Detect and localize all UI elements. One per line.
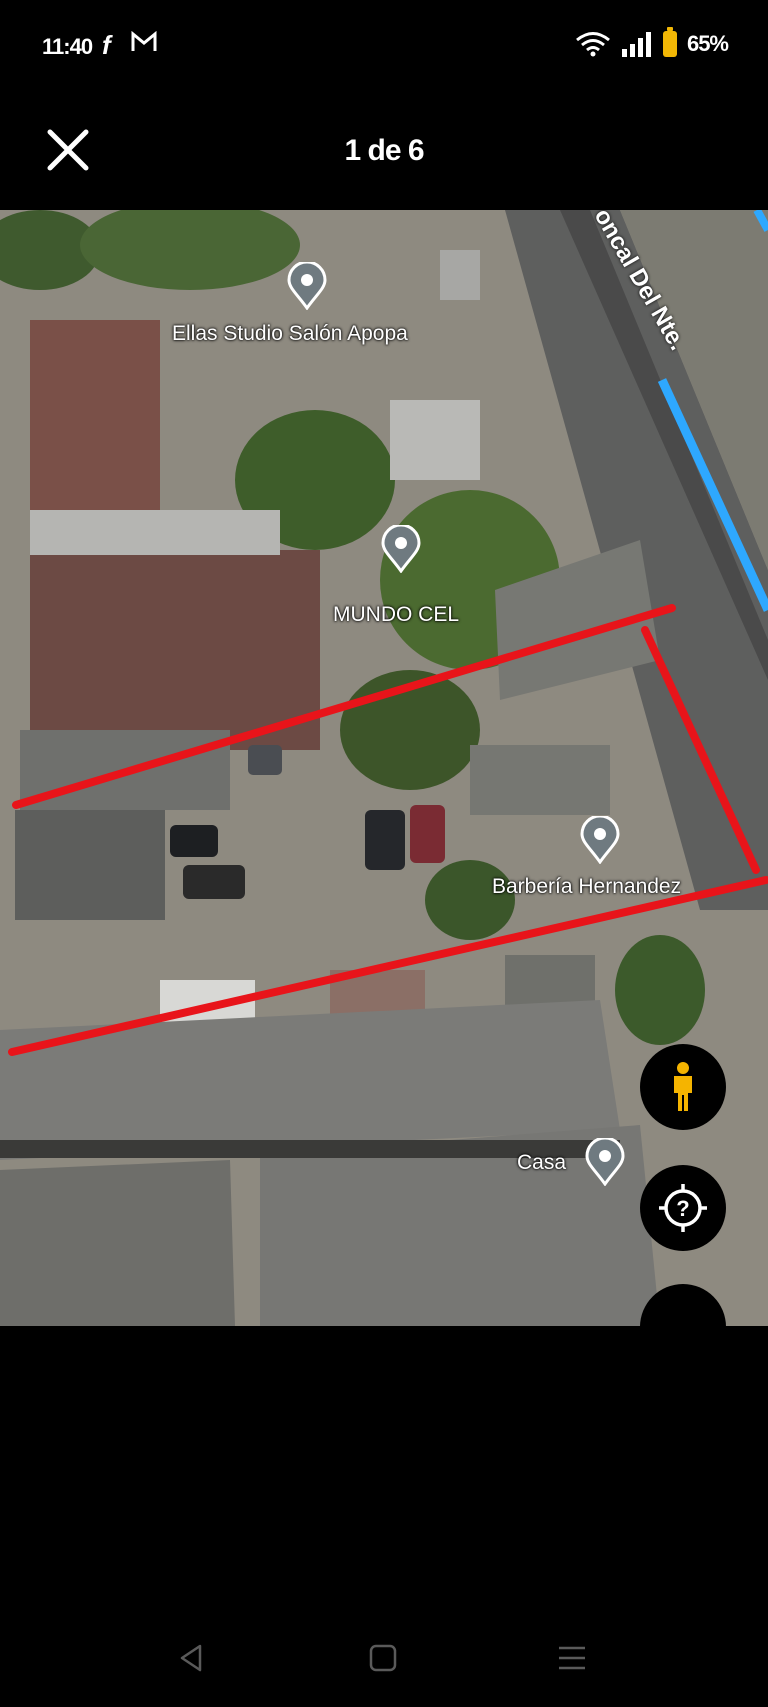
status-indicators: 65%	[575, 27, 729, 60]
property-outline	[8, 604, 768, 1056]
place-label[interactable]: Ellas Studio Salón Apopa	[172, 322, 408, 346]
street-view-button[interactable]	[640, 1044, 726, 1130]
signal-icon	[621, 32, 651, 57]
status-time: 11:40	[42, 34, 93, 59]
outline-bottom-edge	[8, 876, 768, 1056]
satellite-map-image[interactable]: oncal Del Nte. Ellas Studio Salón Apopa …	[0, 210, 768, 1326]
status-bar: 11:40 f 65%	[0, 0, 768, 92]
place-label[interactable]: Casa	[517, 1151, 566, 1175]
battery-level: 65%	[686, 31, 729, 56]
place-pin-icon[interactable]	[580, 816, 620, 864]
facebook-icon: f	[102, 30, 111, 60]
page-counter: 1 de 6	[344, 134, 424, 167]
battery-icon	[662, 27, 677, 57]
3d-label: 3D	[665, 1322, 701, 1326]
recents-icon[interactable]	[552, 1638, 592, 1678]
gmail-icon	[131, 31, 157, 51]
pegman-icon	[674, 1062, 692, 1111]
svg-text:?: ?	[676, 1196, 689, 1221]
wifi-icon	[576, 32, 610, 57]
system-nav-bar	[0, 1620, 768, 1700]
place-pin-icon[interactable]	[585, 1138, 625, 1186]
my-location-button[interactable]: ?	[640, 1165, 726, 1251]
home-icon[interactable]	[363, 1638, 403, 1678]
outline-right-edge	[641, 626, 760, 874]
place-label[interactable]: MUNDO CEL	[333, 603, 459, 627]
outline-top-edge	[12, 604, 676, 809]
back-icon[interactable]	[172, 1638, 212, 1678]
place-label[interactable]: Barbería Hernandez	[492, 875, 681, 899]
place-pin-icon[interactable]	[381, 525, 421, 573]
location-help-icon: ?	[659, 1184, 707, 1232]
place-pin-icon[interactable]	[287, 262, 327, 310]
